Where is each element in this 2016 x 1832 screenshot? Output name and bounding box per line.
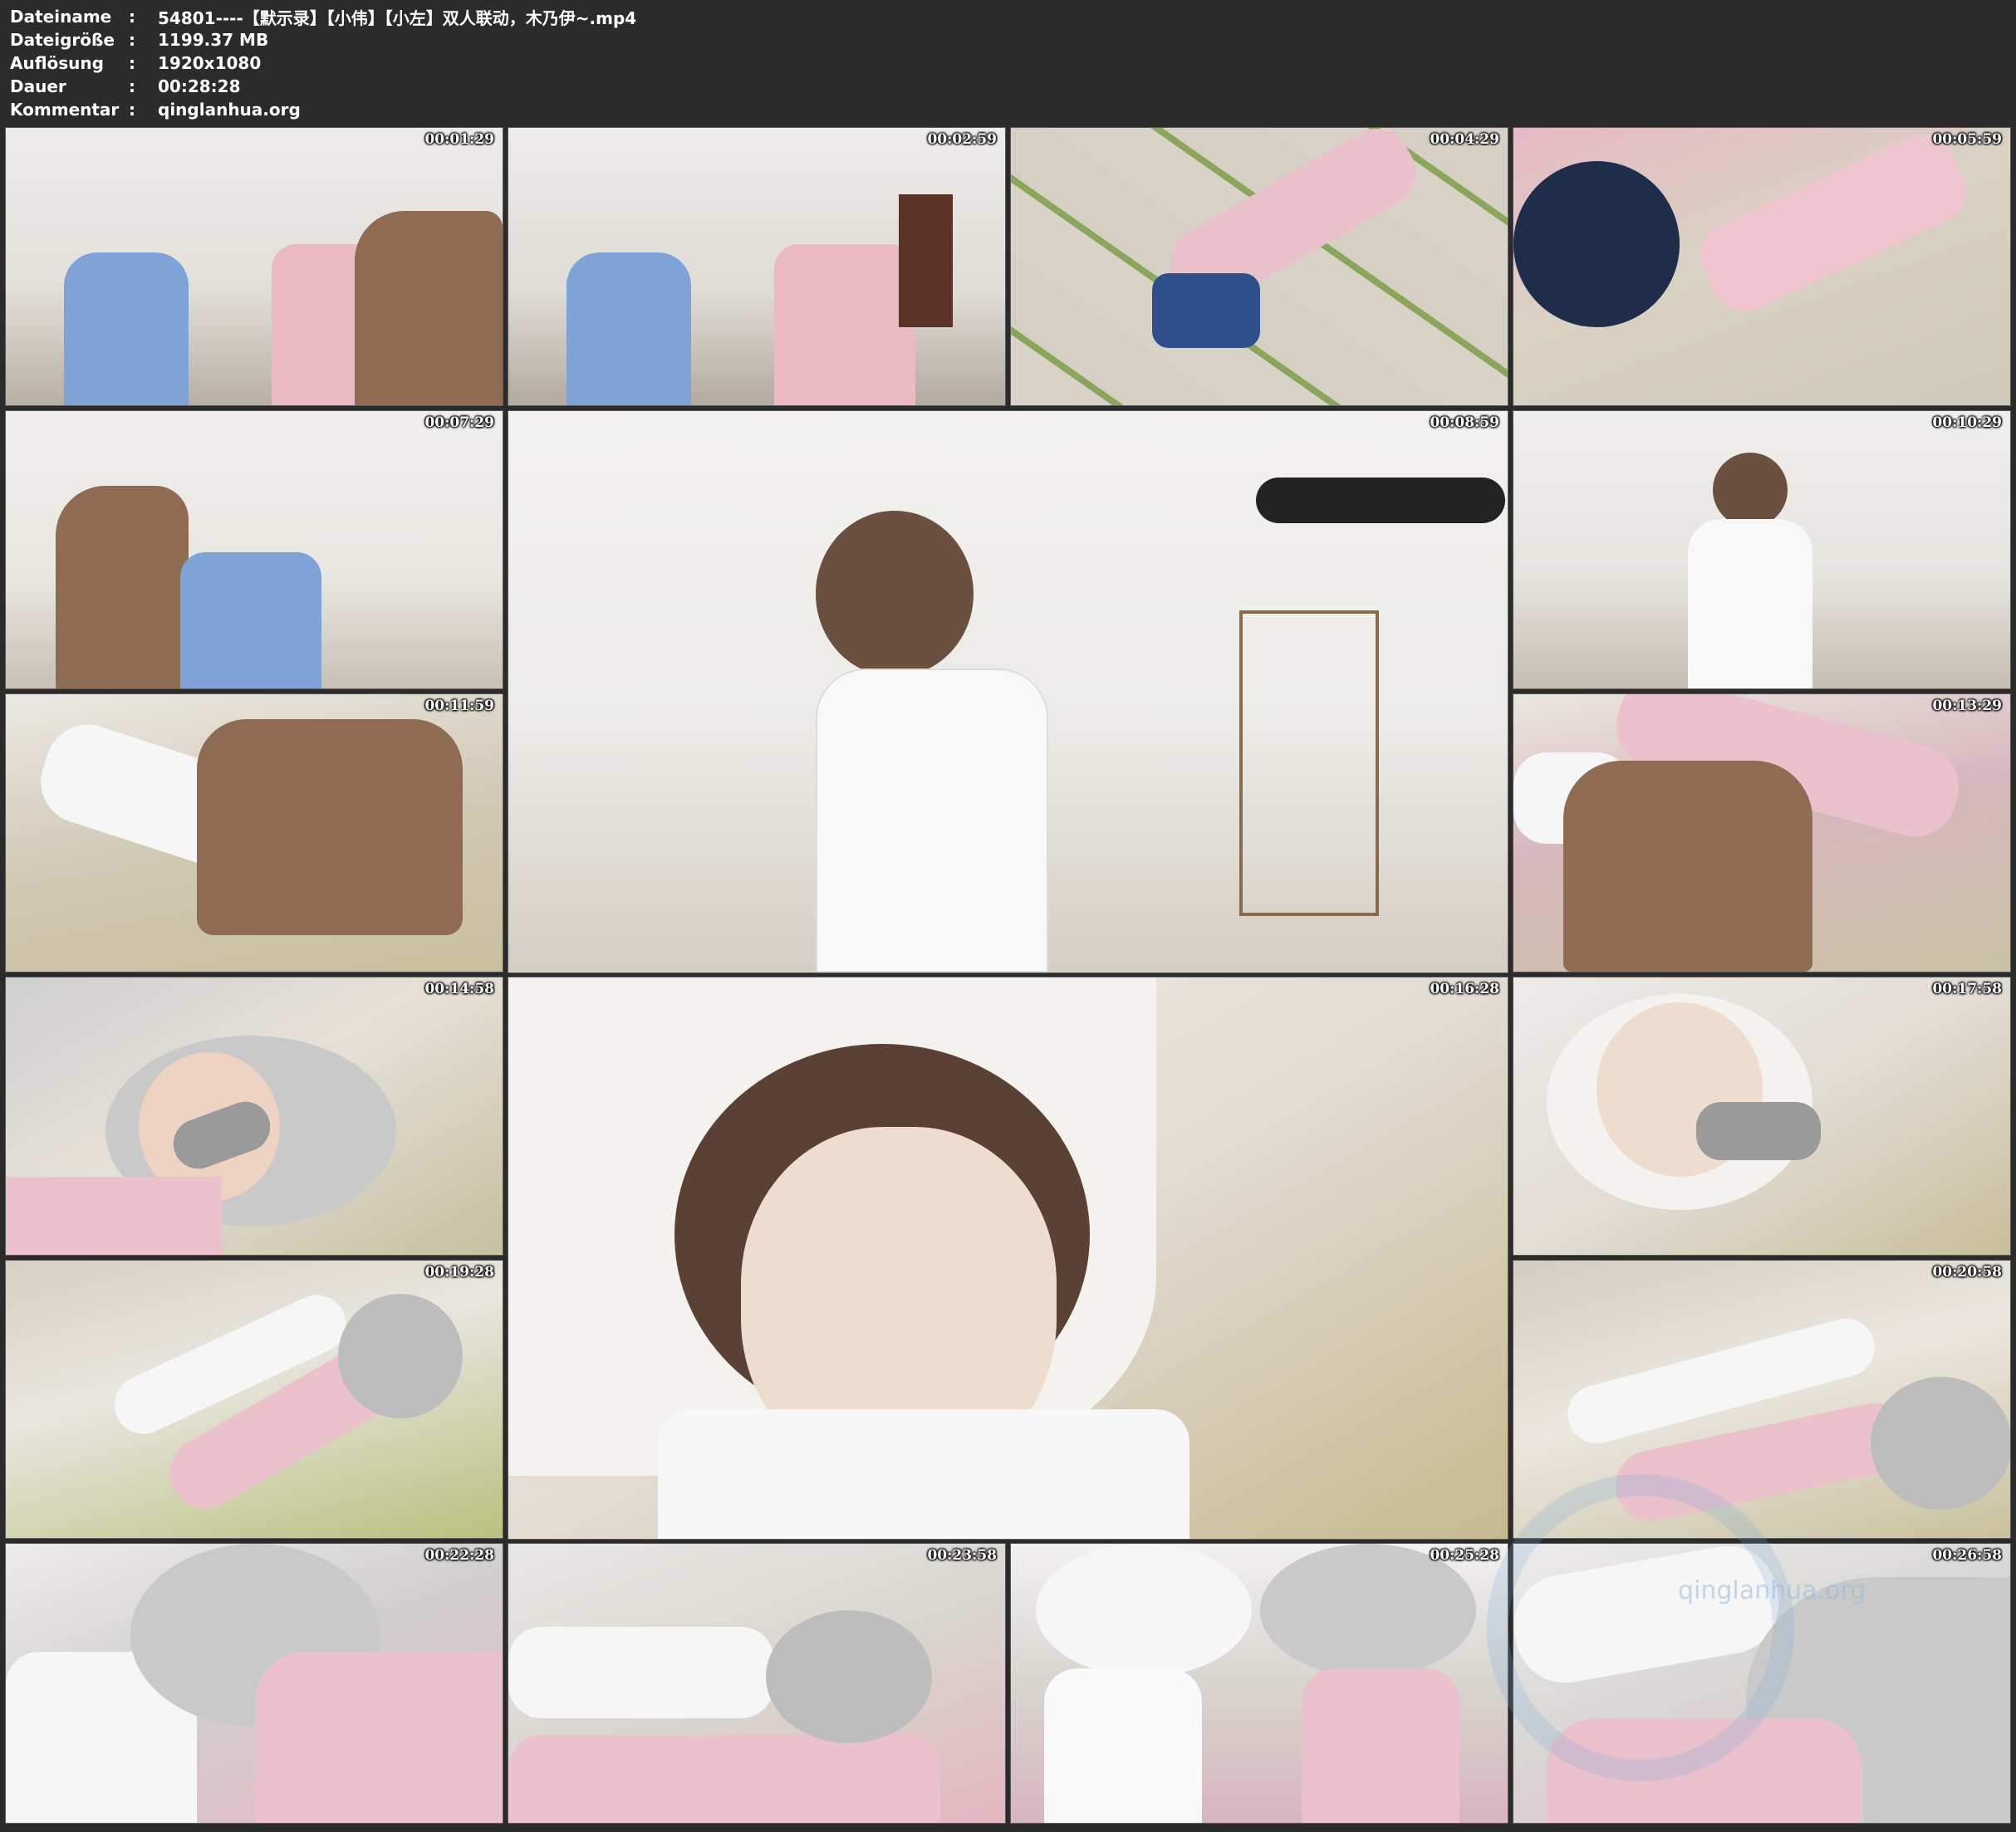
info-colon: : — [129, 53, 135, 73]
thumbnail-frame[interactable]: 00:02:59 — [508, 127, 1006, 406]
frame-timestamp: 00:07:29 — [424, 414, 494, 431]
figure-shape — [1239, 610, 1379, 916]
watermark-logo — [1487, 1474, 1794, 1781]
figure-shape — [1302, 1668, 1459, 1823]
frame-timestamp: 00:23:58 — [927, 1547, 997, 1564]
thumbnail-frame[interactable]: 00:17:58 — [1513, 977, 2011, 1256]
thumbnail-frame[interactable]: 00:11:59 — [5, 693, 503, 972]
thumbnail-frame[interactable]: 00:25:28 — [1010, 1543, 1508, 1824]
info-value: 1199.37 MB — [158, 30, 269, 50]
figure-shape — [355, 211, 503, 405]
frame-timestamp: 00:02:59 — [927, 131, 997, 148]
thumbnail-frame[interactable]: 00:22:28 — [5, 1543, 503, 1824]
info-label: Kommentar — [10, 100, 120, 120]
file-info-header: Dateiname : 54801----【默示录】【小伟】【小左】双人联动，木… — [10, 5, 636, 121]
thumbnail-frame[interactable]: 00:04:29 — [1010, 127, 1508, 406]
frame-timestamp: 00:10:29 — [1932, 414, 2002, 431]
figure-shape — [1688, 519, 1812, 688]
info-row-filesize: Dateigröße : 1199.37 MB — [10, 28, 636, 51]
frame-timestamp: 00:05:59 — [1932, 131, 2002, 148]
figure-shape — [1036, 1544, 1252, 1677]
figure-shape — [766, 1610, 932, 1743]
figure-shape — [508, 1735, 940, 1823]
figure-shape — [255, 1652, 503, 1823]
figure-shape — [1260, 1544, 1476, 1677]
frame-timestamp: 00:22:28 — [424, 1547, 494, 1564]
info-value: qinglanhua.org — [158, 100, 301, 120]
figure-shape — [56, 486, 189, 688]
thumbnail-frame[interactable]: 00:19:28 — [5, 1260, 503, 1539]
info-value: 00:28:28 — [158, 76, 241, 96]
info-colon: : — [129, 30, 135, 50]
frame-timestamp: 00:26:58 — [1932, 1547, 2002, 1564]
thumbnail-frame[interactable]: 00:08:59 — [508, 410, 1508, 973]
thumbnail-frame[interactable]: 00:05:59 — [1513, 127, 2011, 406]
frame-timestamp: 00:13:29 — [1932, 698, 2002, 714]
figure-shape — [1690, 128, 1977, 323]
figure-shape — [658, 1409, 1189, 1539]
info-label: Dateiname — [10, 7, 112, 27]
figure-shape — [1513, 161, 1680, 327]
figure-shape — [1152, 273, 1260, 348]
figure-shape — [6, 1177, 222, 1255]
figure-shape — [899, 194, 953, 327]
thumbnail-frame[interactable]: 00:01:29 — [5, 127, 503, 406]
info-colon: : — [129, 7, 135, 27]
thumbnail-frame[interactable]: 00:10:29 — [1513, 410, 2011, 689]
figure-shape — [197, 719, 463, 935]
figure-shape — [1871, 1377, 2010, 1510]
frame-timestamp: 00:20:58 — [1932, 1264, 2002, 1281]
figure-shape — [1713, 453, 1788, 527]
frame-timestamp: 00:14:58 — [424, 981, 494, 997]
info-label: Dateigröße — [10, 30, 115, 50]
frame-timestamp: 00:01:29 — [424, 131, 494, 148]
figure-shape — [180, 552, 321, 688]
info-colon: : — [129, 76, 135, 96]
thumbnail-frame[interactable]: 00:13:29 — [1513, 693, 2011, 972]
info-row-comment: Kommentar : qinglanhua.org — [10, 98, 636, 121]
frame-timestamp: 00:16:28 — [1430, 981, 1499, 997]
thumbnail-frame[interactable]: 00:07:29 — [5, 410, 503, 689]
thumbnail-frame[interactable]: 00:16:28 — [508, 977, 1508, 1540]
frame-timestamp: 00:17:58 — [1932, 981, 2002, 997]
watermark-text: qinglanhua.org — [1678, 1576, 1866, 1605]
figure-shape — [1044, 1668, 1202, 1823]
figure-shape — [816, 669, 1048, 972]
info-row-filename: Dateiname : 54801----【默示录】【小伟】【小左】双人联动，木… — [10, 5, 636, 28]
info-value: 54801----【默示录】【小伟】【小左】双人联动，木乃伊~.mp4 — [158, 7, 637, 28]
figure-shape — [338, 1294, 463, 1418]
frame-timestamp: 00:04:29 — [1430, 131, 1499, 148]
frame-timestamp: 00:25:28 — [1430, 1547, 1499, 1564]
figure-shape — [1256, 478, 1505, 523]
info-label: Auflösung — [10, 53, 104, 73]
info-row-duration: Dauer : 00:28:28 — [10, 75, 636, 98]
thumbnail-frame[interactable]: 00:23:58 — [508, 1543, 1006, 1824]
thumbnail-frame[interactable]: 00:14:58 — [5, 977, 503, 1256]
figure-shape — [774, 244, 915, 405]
figure-shape — [567, 252, 691, 405]
frame-timestamp: 00:19:28 — [424, 1264, 494, 1281]
frame-timestamp: 00:08:59 — [1430, 414, 1499, 431]
figure-shape — [508, 1627, 774, 1718]
frame-timestamp: 00:11:59 — [424, 698, 494, 714]
figure-shape — [1696, 1102, 1821, 1160]
info-row-resolution: Auflösung : 1920x1080 — [10, 51, 636, 75]
figure-shape — [64, 252, 189, 405]
info-colon: : — [129, 100, 135, 120]
info-label: Dauer — [10, 76, 66, 96]
figure-shape — [1563, 761, 1812, 972]
info-value: 1920x1080 — [158, 53, 262, 73]
figure-shape — [816, 511, 974, 677]
